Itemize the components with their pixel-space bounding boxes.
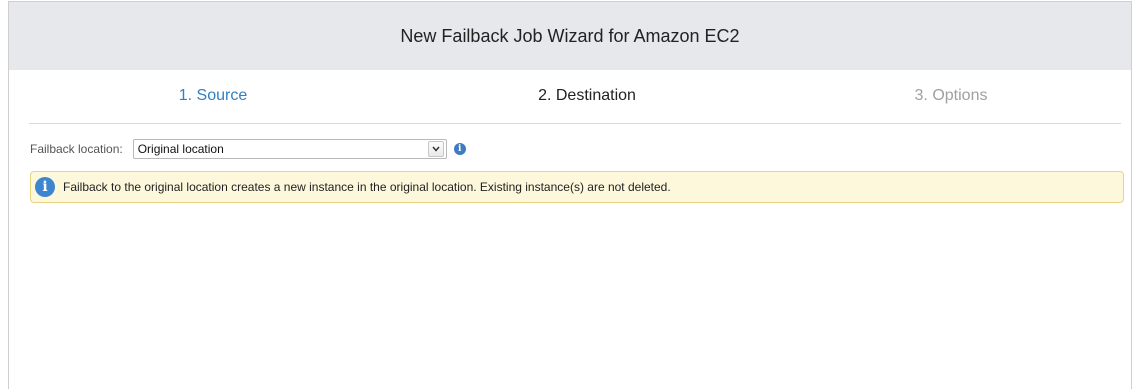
step-destination[interactable]: 2. Destination xyxy=(538,87,636,105)
info-banner-text: Failback to the original location create… xyxy=(63,180,671,194)
info-banner: i Failback to the original location crea… xyxy=(30,171,1124,203)
failback-location-select[interactable]: Original location xyxy=(132,139,447,159)
failback-location-row: Failback location: Original location i xyxy=(30,138,466,160)
step-source[interactable]: 1. Source xyxy=(179,87,247,105)
wizard-title: New Failback Job Wizard for Amazon EC2 xyxy=(400,25,740,46)
failback-location-value: Original location xyxy=(137,142,224,156)
chevron-down-icon[interactable] xyxy=(427,141,444,157)
wizard-steps: 1. Source 2. Destination 3. Options xyxy=(29,70,1121,124)
step-options: 3. Options xyxy=(914,87,988,104)
info-icon: i xyxy=(35,177,55,197)
failback-location-label: Failback location: xyxy=(30,142,123,156)
info-icon[interactable]: i xyxy=(453,143,466,155)
wizard-title-bar: New Failback Job Wizard for Amazon EC2 xyxy=(9,2,1131,70)
